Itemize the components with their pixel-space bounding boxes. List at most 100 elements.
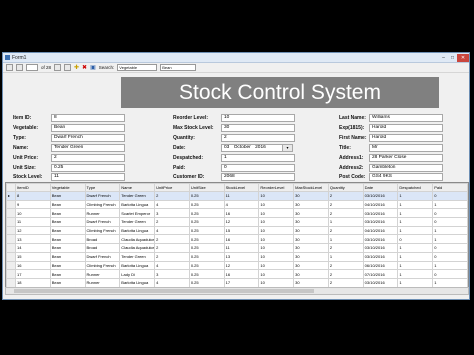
table-cell[interactable]: 0 — [432, 243, 468, 253]
table-cell[interactable]: 30 — [293, 191, 329, 201]
table-row[interactable]: 11 Bean Dwarf French Tender Green 2 0.25 12 10 3… — [6, 217, 468, 227]
table-cell[interactable]: 0 — [397, 234, 434, 245]
table-cell[interactable]: 2 — [327, 225, 364, 236]
table-cell[interactable]: 1 — [397, 243, 434, 253]
table-cell[interactable]: 4 — [154, 225, 190, 236]
table-cell[interactable]: 0.25 — [188, 191, 225, 201]
table-cell[interactable]: 4 — [223, 199, 260, 210]
table-cell[interactable]: 0 — [432, 251, 468, 262]
search-value-input[interactable]: Bean — [160, 64, 197, 71]
despatched-field[interactable]: 1 — [221, 154, 295, 162]
column-header[interactable]: Despatched — [397, 183, 434, 192]
table-cell[interactable]: 4 — [154, 260, 190, 271]
table-row[interactable]: 9 Bean Climbing French Barlotta Lingua 4 0.25… — [6, 199, 468, 210]
table-cell[interactable]: 0.25 — [188, 243, 225, 253]
title-field[interactable]: Mr — [369, 144, 443, 152]
table-cell[interactable]: 10 — [258, 208, 295, 219]
search-field-select[interactable]: Vegetable — [117, 64, 158, 71]
table-cell[interactable]: 04/10/2016 — [362, 199, 399, 210]
table-cell[interactable]: 2 — [154, 243, 190, 253]
table-cell[interactable]: 11 — [15, 217, 51, 227]
table-cell[interactable]: Bean — [49, 225, 86, 236]
table-cell[interactable]: 30 — [293, 251, 329, 262]
column-header[interactable]: MaxStockLevel — [293, 183, 329, 192]
table-cell[interactable]: 2 — [327, 191, 364, 201]
column-header[interactable]: Name — [119, 183, 156, 192]
table-cell[interactable]: 06/10/2016 — [362, 260, 399, 271]
table-cell[interactable]: 1 — [397, 260, 434, 271]
table-cell[interactable]: 10 — [258, 199, 295, 210]
table-cell[interactable]: Dwarf French — [84, 191, 121, 201]
row-selector[interactable]: ▸ — [6, 191, 16, 201]
table-cell[interactable]: 1 — [432, 234, 468, 245]
row-selector[interactable] — [6, 234, 16, 245]
move-previous-button[interactable] — [16, 64, 23, 71]
table-cell[interactable]: 2 — [327, 277, 364, 287]
table-cell[interactable]: Tender Green — [119, 191, 156, 201]
row-selector[interactable] — [6, 225, 16, 236]
table-cell[interactable]: 0 — [432, 269, 468, 279]
table-cell[interactable]: 0.25 — [188, 225, 225, 236]
table-row[interactable]: 17 Bean Runner Lady Di 3 0.25 16 10 30 2 07/10/201… — [6, 269, 468, 279]
table-cell[interactable]: Bean — [49, 234, 86, 245]
table-cell[interactable]: Barlotta Lingua — [119, 199, 156, 210]
table-cell[interactable]: 15 — [15, 251, 51, 262]
table-cell[interactable]: 0.25 — [188, 199, 225, 210]
table-cell[interactable]: 1 — [432, 277, 468, 287]
table-cell[interactable]: 0.25 — [188, 217, 225, 227]
table-cell[interactable]: 18 — [15, 277, 51, 287]
move-last-button[interactable] — [64, 64, 72, 71]
row-selector[interactable] — [6, 269, 16, 279]
table-cell[interactable]: 10 — [258, 251, 295, 262]
table-cell[interactable]: 30 — [293, 277, 329, 287]
post-code-field[interactable]: GS4 9KS — [369, 173, 443, 181]
table-cell[interactable]: 30 — [293, 208, 329, 219]
last-name-field[interactable]: Williams — [369, 114, 443, 122]
table-row[interactable]: 16 Bean Climbing French Barlotta Lingua 4 0.2… — [6, 260, 468, 271]
table-cell[interactable]: 12 — [15, 225, 51, 236]
table-cell[interactable]: 10 — [258, 277, 295, 287]
table-cell[interactable]: Bean — [49, 199, 86, 210]
table-cell[interactable]: 11 — [223, 243, 260, 253]
table-cell[interactable]: 12 — [223, 217, 260, 227]
horizontal-scrollbar[interactable] — [5, 287, 469, 295]
column-header[interactable]: ReorderLevel — [258, 183, 295, 192]
item-id-field[interactable]: 8 — [51, 114, 125, 122]
type-field[interactable]: Dwarf French — [51, 134, 125, 142]
table-cell[interactable]: 30 — [293, 225, 329, 236]
table-cell[interactable]: 16 — [223, 234, 260, 245]
table-cell[interactable]: 3 — [154, 208, 190, 219]
address1-field[interactable]: 28 Parker Close — [369, 154, 443, 162]
unit-price-field[interactable]: 2 — [51, 154, 125, 162]
table-cell[interactable]: 8 — [15, 191, 51, 201]
table-cell[interactable]: 1 — [327, 217, 364, 227]
table-cell[interactable]: 2 — [154, 191, 190, 201]
table-cell[interactable]: 2 — [154, 251, 190, 262]
column-header[interactable]: Paid — [432, 183, 468, 192]
table-cell[interactable]: 30 — [293, 234, 329, 245]
table-cell[interactable]: 2 — [327, 243, 364, 253]
table-cell[interactable]: Climbing French — [84, 199, 121, 210]
table-cell[interactable]: 0 — [432, 191, 468, 201]
save-icon[interactable]: ▣ — [90, 64, 96, 71]
table-cell[interactable]: 1 — [397, 269, 434, 279]
table-cell[interactable]: 15 — [223, 225, 260, 236]
address2-field[interactable]: Gambleton — [369, 164, 443, 172]
paid-field[interactable]: 0 — [221, 164, 295, 172]
table-cell[interactable]: 1 — [432, 260, 468, 271]
table-cell[interactable]: Bean — [49, 251, 86, 262]
delete-icon[interactable]: ✖ — [82, 64, 87, 71]
table-cell[interactable]: 0.25 — [188, 269, 225, 279]
table-cell[interactable]: 10 — [258, 225, 295, 236]
table-cell[interactable]: 1 — [397, 251, 434, 262]
column-header[interactable]: Vegetable — [49, 183, 86, 192]
table-cell[interactable]: 0 — [432, 208, 468, 219]
column-header[interactable]: Quantity — [327, 183, 364, 192]
unit-size-field[interactable]: 0.25 — [51, 164, 125, 172]
table-cell[interactable]: 9 — [15, 199, 51, 210]
table-cell[interactable]: 0.25 — [188, 260, 225, 271]
row-selector[interactable] — [6, 208, 16, 219]
table-cell[interactable]: Bean — [49, 243, 86, 253]
table-cell[interactable]: 03/10/2016 — [362, 251, 399, 262]
table-cell[interactable]: Bean — [49, 269, 86, 279]
